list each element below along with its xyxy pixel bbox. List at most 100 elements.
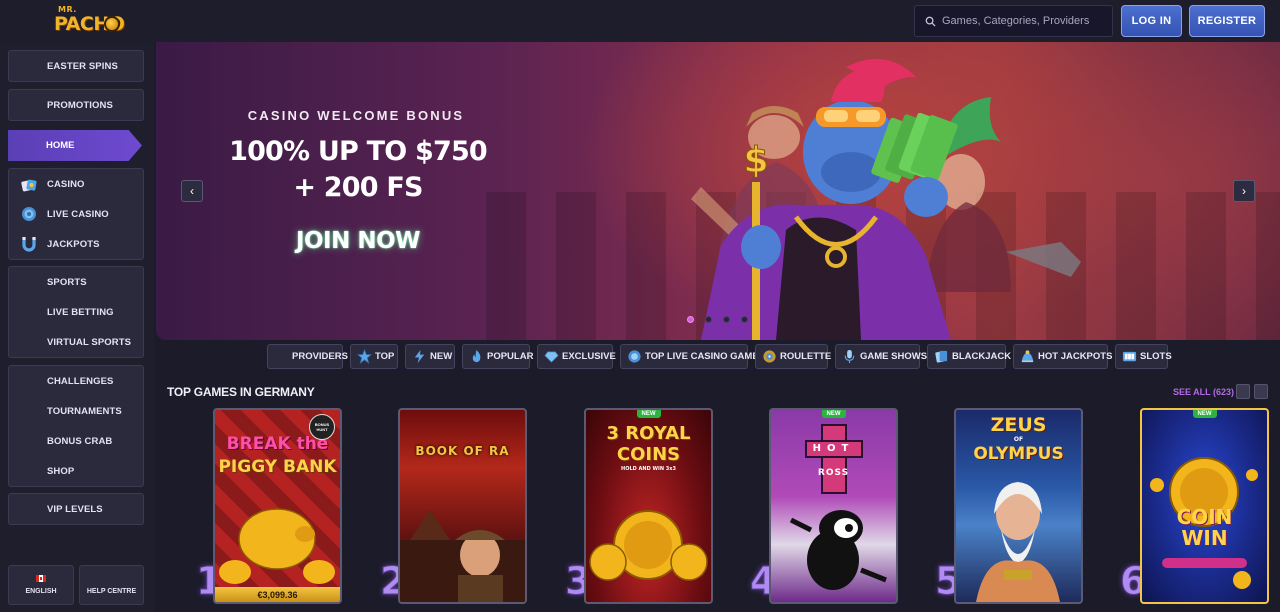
see-all-link[interactable]: SEE ALL (623) (1173, 387, 1234, 397)
category-label: TOP LIVE CASINO GAMES (645, 351, 766, 362)
microphone-icon (844, 349, 855, 364)
game-card-3-royal-coins[interactable]: NEW 3 ROYAL COINS HOLD AND WIN 3x3 (584, 408, 713, 604)
game-title-line1: 3 ROYAL (606, 423, 691, 444)
bonus-hunt-badge: BONUS HUNT (309, 414, 335, 440)
login-button[interactable]: LOG IN (1121, 5, 1182, 37)
games-next-button[interactable] (1254, 384, 1268, 399)
chevron-left-icon: ‹ (190, 184, 194, 198)
sidebar-item-label: CHALLENGES (47, 375, 114, 387)
sidebar-item-label: EASTER SPINS (47, 60, 118, 72)
carousel-dot[interactable] (687, 316, 694, 323)
sidebar-item-label: JACKPOTS (47, 238, 100, 250)
sidebar-item-label: VIP LEVELS (47, 503, 103, 515)
carousel-prev-button[interactable]: ‹ (181, 180, 203, 202)
hero-offer: 100% UP TO $750 + 200 FS (156, 134, 560, 206)
games-prev-button[interactable] (1236, 384, 1250, 399)
sidebar-item-label: SHOP (47, 465, 75, 477)
language-button[interactable]: ENGLISH (8, 565, 74, 605)
globe-icon (22, 207, 36, 221)
sidebar-group-vip: VIP LEVELS (8, 493, 144, 525)
sidebar-item-vip-levels[interactable]: VIP LEVELS (9, 494, 143, 524)
svg-text:$: $ (743, 140, 768, 181)
category-blackjack[interactable]: BLACKJACK (927, 344, 1011, 369)
sidebar-item-label: BONUS CRAB (47, 435, 113, 447)
sidebar-item-shop[interactable]: SHOP (9, 456, 143, 486)
sidebar-item-home[interactable]: HOME (8, 130, 142, 161)
diamond-icon (544, 351, 559, 363)
site-logo[interactable]: MR. PACHO (52, 6, 125, 36)
category-top-live-casino-games[interactable]: TOP LIVE CASINO GAMES (620, 344, 765, 369)
category-label: EXCLUSIVE (562, 351, 616, 362)
category-label: GAME SHOWS (860, 351, 928, 362)
game-title-line2: WIN (1181, 526, 1228, 550)
golden-piggy-image (219, 508, 335, 584)
sidebar-item-jackpots[interactable]: JACKPOTS (9, 229, 143, 259)
category-exclusive[interactable]: EXCLUSIVE (537, 344, 616, 369)
chevron-right-icon: › (1242, 184, 1246, 198)
sidebar-group-promotions: PROMOTIONS (8, 89, 144, 121)
sidebar-item-live-betting[interactable]: LIVE BETTING (9, 297, 143, 327)
new-badge: NEW (636, 410, 661, 418)
category-game-shows[interactable]: GAME SHOWS (835, 344, 927, 369)
carousel-dot[interactable] (723, 316, 730, 323)
jackpot-amount: €3,099.36 (215, 587, 340, 602)
hero-offer-line1: 100% UP TO $750 (229, 136, 488, 167)
category-slots[interactable]: SLOTS (1115, 344, 1172, 369)
slot-icon (1122, 351, 1137, 362)
sidebar-item-promotions[interactable]: PROMOTIONS (9, 90, 143, 120)
sidebar-item-casino[interactable]: CASINO (9, 169, 143, 199)
game-title-line2: PIGGY BANK (218, 457, 337, 477)
sidebar-item-tournaments[interactable]: TOURNAMENTS (9, 396, 143, 426)
star-icon (357, 349, 372, 364)
lightning-icon (414, 349, 425, 364)
magnet-icon (22, 237, 36, 252)
game-title-line2: ROSS (817, 468, 850, 478)
explorer-image (400, 510, 525, 602)
sidebar-item-label: PROMOTIONS (47, 99, 113, 111)
category-hot-jackpots[interactable]: HOT JACKPOTS (1013, 344, 1112, 369)
logo-ball-icon (104, 16, 120, 32)
cross-sign-image (821, 424, 847, 494)
section-title-top-games: TOP GAMES IN GERMANY (167, 385, 315, 399)
category-label: HOT JACKPOTS (1038, 351, 1113, 362)
join-now-button[interactable]: JOIN NOW (156, 228, 560, 254)
category-label: PROVIDERS (292, 351, 348, 362)
search-input[interactable] (942, 15, 1112, 27)
sidebar-item-challenges[interactable]: CHALLENGES (9, 366, 143, 396)
category-top[interactable]: TOP (350, 344, 398, 369)
sidebar-item-label: CASINO (47, 178, 85, 190)
category-popular[interactable]: POPULAR (462, 344, 533, 369)
sidebar: EASTER SPINS PROMOTIONS HOME CASINO LIVE… (0, 42, 154, 612)
sidebar-item-easter-spins[interactable]: EASTER SPINS (9, 51, 143, 81)
search-box[interactable] (914, 5, 1113, 37)
register-button[interactable]: REGISTER (1189, 5, 1265, 37)
game-card-break-the-piggy-bank[interactable]: BREAK the PIGGY BANK BONUS HUNT €3,099.3… (213, 408, 342, 604)
help-centre-label: HELP CENTRE (86, 588, 137, 595)
game-card-hot-ross[interactable]: NEW HOT ROSS (769, 408, 898, 604)
carousel-dot[interactable] (741, 316, 748, 323)
sidebar-item-live-casino[interactable]: LIVE CASINO (9, 199, 143, 229)
game-title-line1: BOOK OF RA (415, 444, 510, 458)
sidebar-item-label: LIVE BETTING (47, 306, 114, 318)
carousel-dot[interactable] (705, 316, 712, 323)
live-icon (628, 350, 641, 363)
category-label: BLACKJACK (952, 351, 1012, 362)
sidebar-group-easter: EASTER SPINS (8, 50, 144, 82)
sidebar-item-sports[interactable]: SPORTS (9, 267, 143, 297)
carousel-next-button[interactable]: › (1233, 180, 1255, 202)
category-new[interactable]: NEW (405, 344, 455, 369)
game-card-coin-win[interactable]: NEW COIN WIN (1140, 408, 1269, 604)
game-card-book-of-ra[interactable]: BOOK OF RA (398, 408, 527, 604)
game-title-line1: HOT (812, 443, 855, 454)
category-roulette[interactable]: ROULETTE (755, 344, 831, 369)
game-subtitle: HOLD AND WIN 3x3 (621, 466, 676, 472)
top-bar: MR. PACHO LOG IN REGISTER (0, 0, 1280, 42)
sidebar-item-label: TOURNAMENTS (47, 405, 122, 417)
category-providers[interactable]: PROVIDERS (267, 344, 348, 369)
game-title-line2: OLYMPUS (973, 444, 1064, 464)
carousel-dots (687, 316, 748, 323)
help-centre-button[interactable]: HELP CENTRE (79, 565, 144, 605)
hero-banner[interactable]: $ CASINO WELCOME BONUS 100% UP TO $750 +… (156, 42, 1280, 340)
sidebar-item-bonus-crab[interactable]: BONUS CRAB (9, 426, 143, 456)
game-card-zeus-of-olympus[interactable]: ZEUS OF OLYMPUS (954, 408, 1083, 604)
